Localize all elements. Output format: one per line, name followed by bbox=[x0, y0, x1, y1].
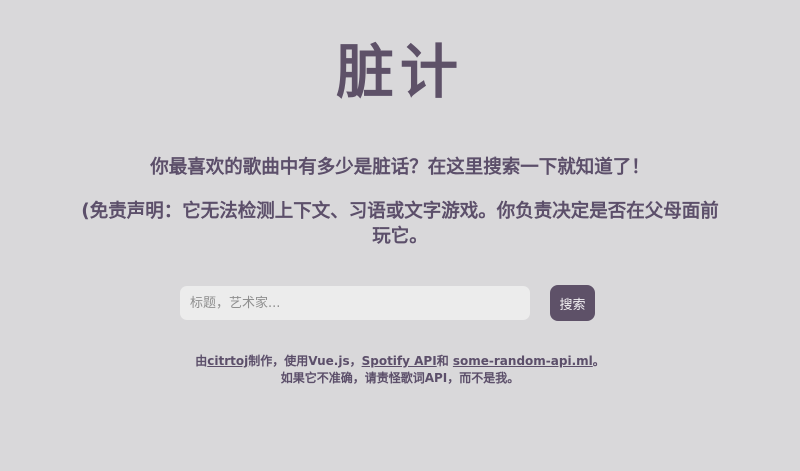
footer-disclaimer: 如果它不准确，请责怪歌词API，而不是我。 bbox=[280, 371, 520, 385]
search-bar: 搜索 bbox=[180, 285, 600, 321]
author-link[interactable]: citrtoj bbox=[207, 354, 248, 368]
footer-made-by-prefix: 由 bbox=[195, 354, 208, 368]
page: 脏计 你最喜欢的歌曲中有多少是脏话？在这里搜索一下就知道了！ (免责声明：它无法… bbox=[0, 0, 800, 471]
search-input[interactable] bbox=[180, 286, 530, 320]
spotify-api-link[interactable]: Spotify API bbox=[362, 354, 437, 368]
footer-end-period: 。 bbox=[592, 354, 605, 368]
footer-and-text: 和 bbox=[436, 354, 453, 368]
footer-credits: 由citrtoj制作，使用Vue.js，Spotify API和 some-ra… bbox=[0, 353, 800, 370]
footer: 由citrtoj制作，使用Vue.js，Spotify API和 some-ra… bbox=[0, 353, 800, 387]
lyrics-api-link[interactable]: some-random-api.ml bbox=[453, 354, 593, 368]
disclaimer: (免责声明：它无法检测上下文、习语或文字游戏。你负责决定是否在父母面前玩它。 bbox=[81, 201, 719, 247]
search-button[interactable]: 搜索 bbox=[550, 285, 595, 321]
page-title: 脏计 bbox=[335, 38, 464, 106]
footer-made-by-suffix: 制作，使用Vue.js， bbox=[248, 354, 362, 368]
subtitle: 你最喜欢的歌曲中有多少是脏话？在这里搜索一下就知道了！ bbox=[150, 157, 650, 178]
